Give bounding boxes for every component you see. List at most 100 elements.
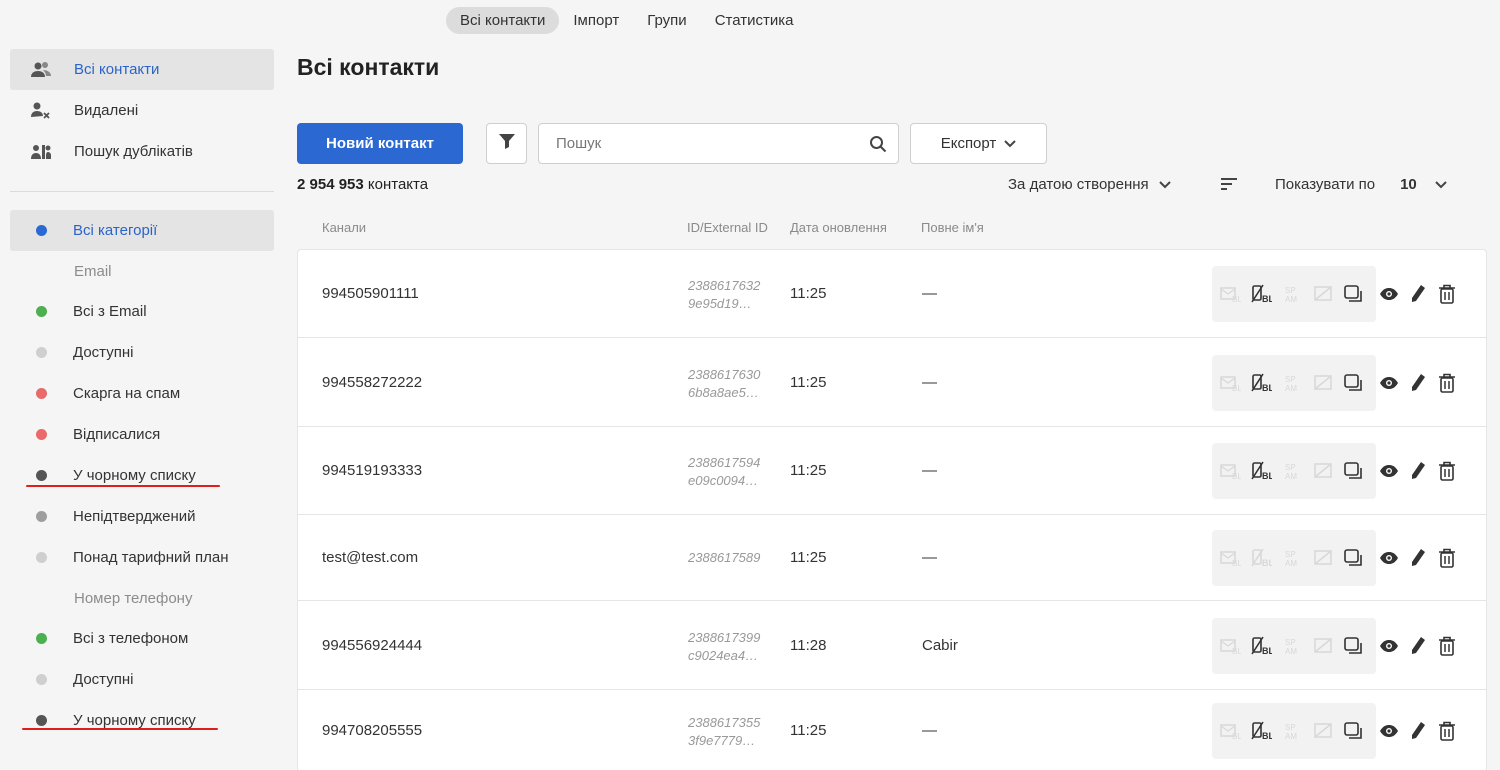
delete-icon[interactable] xyxy=(1436,460,1457,482)
unsubscribe-icon[interactable] xyxy=(1309,369,1337,397)
delete-icon[interactable] xyxy=(1436,372,1457,394)
email-blacklist-icon[interactable]: BL xyxy=(1216,717,1244,745)
unsubscribe-icon[interactable] xyxy=(1309,544,1337,572)
view-icon[interactable] xyxy=(1378,635,1399,657)
contact-updated: 11:25 xyxy=(790,462,827,479)
new-contact-button[interactable]: Новий контакт xyxy=(297,123,463,164)
delete-icon[interactable] xyxy=(1436,547,1457,569)
sidebar-item-all-contacts[interactable]: Всі контакти xyxy=(10,49,274,90)
table-row[interactable]: 994708205555 2388617355 3f9e7779… 11:25— BL B… xyxy=(298,690,1486,770)
sidebar-item-phone-0[interactable]: Всі з телефоном xyxy=(10,618,274,659)
tab-statistics[interactable]: Статистика xyxy=(701,7,808,34)
sidebar-item-email-2[interactable]: Скарга на спам xyxy=(10,373,274,414)
tab-all-contacts[interactable]: Всі контакти xyxy=(446,7,560,34)
unsubscribe-icon[interactable] xyxy=(1309,280,1337,308)
sidebar-item-duplicates[interactable]: Пошук дублікатів xyxy=(10,131,274,172)
copy-icon[interactable] xyxy=(1340,280,1368,308)
spam-icon[interactable]: SP AM xyxy=(1278,369,1306,397)
delete-icon[interactable] xyxy=(1436,283,1457,305)
tab-import[interactable]: Імпорт xyxy=(559,7,633,34)
contact-updated: 11:28 xyxy=(790,637,827,654)
view-icon[interactable] xyxy=(1378,460,1399,482)
sidebar-item-label: Всі з Email xyxy=(73,303,147,320)
edit-icon[interactable] xyxy=(1407,547,1428,569)
view-icon[interactable] xyxy=(1378,372,1399,394)
status-dot xyxy=(36,306,47,317)
contact-channel[interactable]: 994519193333 xyxy=(322,462,422,479)
unsubscribe-icon[interactable] xyxy=(1309,717,1337,745)
copy-icon[interactable] xyxy=(1340,457,1368,485)
sidebar-item-email-5[interactable]: Непідтверджений xyxy=(10,496,274,537)
svg-text:BL: BL xyxy=(1262,646,1272,656)
contact-channel[interactable]: 994708205555 xyxy=(322,722,422,739)
spam-icon[interactable]: SP AM xyxy=(1278,632,1306,660)
svg-text:AM: AM xyxy=(1285,559,1297,568)
edit-icon[interactable] xyxy=(1407,635,1428,657)
contact-id-external: 6b8a8ae5… xyxy=(688,385,759,400)
table-row[interactable]: test@test.com 2388617589 11:25 — BL BL SP AM xyxy=(298,515,1486,601)
tab-groups[interactable]: Групи xyxy=(633,7,700,34)
view-icon[interactable] xyxy=(1378,283,1399,305)
sidebar-item-phone-1[interactable]: Доступні xyxy=(10,659,274,700)
email-blacklist-icon[interactable]: BL xyxy=(1216,544,1244,572)
sidebar-item-email-1[interactable]: Доступні xyxy=(10,332,274,373)
annotation-underline xyxy=(22,728,218,730)
email-blacklist-icon[interactable]: BL xyxy=(1216,632,1244,660)
status-dot xyxy=(36,552,47,563)
phone-blacklist-icon[interactable]: BL xyxy=(1247,280,1275,308)
edit-icon[interactable] xyxy=(1407,283,1428,305)
email-blacklist-icon[interactable]: BL xyxy=(1216,280,1244,308)
sidebar-item-all-categories[interactable]: Всі категорії xyxy=(10,210,274,251)
copy-icon[interactable] xyxy=(1340,717,1368,745)
table-row[interactable]: 994519193333 2388617594 e09c0094… 11:25— BL B… xyxy=(298,427,1486,515)
phone-blacklist-icon[interactable]: BL xyxy=(1247,544,1275,572)
contact-id: 2388617589 xyxy=(688,549,760,567)
contact-channel[interactable]: 994505901111 xyxy=(322,285,419,302)
spam-icon[interactable]: SP AM xyxy=(1278,457,1306,485)
svg-text:BL: BL xyxy=(1262,471,1272,481)
email-blacklist-icon[interactable]: BL xyxy=(1216,369,1244,397)
sidebar-item-email-0[interactable]: Всі з Email xyxy=(10,291,274,332)
unsubscribe-icon[interactable] xyxy=(1309,457,1337,485)
search-input[interactable] xyxy=(539,135,858,152)
email-blacklist-icon[interactable]: BL xyxy=(1216,457,1244,485)
table-row[interactable]: 994558272222 2388617630 6b8a8ae5… 11:25— BL B… xyxy=(298,338,1486,427)
table-row[interactable]: 994556924444 2388617399 c9024ea4… 11:28 Cabi… xyxy=(298,601,1486,690)
sort-order-icon[interactable] xyxy=(1220,176,1238,197)
copy-icon[interactable] xyxy=(1340,632,1368,660)
phone-blacklist-icon[interactable]: BL xyxy=(1247,457,1275,485)
spam-icon[interactable]: SP AM xyxy=(1278,280,1306,308)
sidebar: Всі контакти Видалені Пошук дублікатів В… xyxy=(10,49,274,741)
spam-icon[interactable]: SP AM xyxy=(1278,544,1306,572)
copy-icon[interactable] xyxy=(1340,544,1368,572)
channel-actions: BL BL SP AM xyxy=(1212,443,1376,499)
phone-blacklist-icon[interactable]: BL xyxy=(1247,717,1275,745)
edit-icon[interactable] xyxy=(1407,460,1428,482)
search-icon[interactable] xyxy=(858,135,898,153)
contact-channel[interactable]: test@test.com xyxy=(322,549,418,566)
contact-channel[interactable]: 994556924444 xyxy=(322,637,422,654)
contact-channel[interactable]: 994558272222 xyxy=(322,374,422,391)
per-page-select[interactable]: Показувати по 10 xyxy=(1275,176,1447,193)
sidebar-item-phone-2[interactable]: У чорному списку xyxy=(10,700,274,741)
sidebar-item-email-4[interactable]: У чорному списку xyxy=(10,455,274,496)
sort-select[interactable]: За датою створення xyxy=(1008,176,1171,193)
phone-blacklist-icon[interactable]: BL xyxy=(1247,632,1275,660)
sidebar-item-email-3[interactable]: Відписалися xyxy=(10,414,274,455)
svg-text:BL: BL xyxy=(1232,472,1241,481)
delete-icon[interactable] xyxy=(1436,635,1457,657)
copy-icon[interactable] xyxy=(1340,369,1368,397)
phone-blacklist-icon[interactable]: BL xyxy=(1247,369,1275,397)
unsubscribe-icon[interactable] xyxy=(1309,632,1337,660)
edit-icon[interactable] xyxy=(1407,372,1428,394)
view-icon[interactable] xyxy=(1378,720,1399,742)
table-row[interactable]: 994505901111 2388617632 9e95d19… 11:25— BL BL… xyxy=(298,250,1486,338)
sidebar-item-deleted[interactable]: Видалені xyxy=(10,90,274,131)
edit-icon[interactable] xyxy=(1407,720,1428,742)
sidebar-item-email-6[interactable]: Понад тарифний план xyxy=(10,537,274,578)
export-button[interactable]: Експорт xyxy=(910,123,1047,164)
spam-icon[interactable]: SP AM xyxy=(1278,717,1306,745)
view-icon[interactable] xyxy=(1378,547,1399,569)
delete-icon[interactable] xyxy=(1436,720,1457,742)
filter-button[interactable] xyxy=(486,123,527,164)
